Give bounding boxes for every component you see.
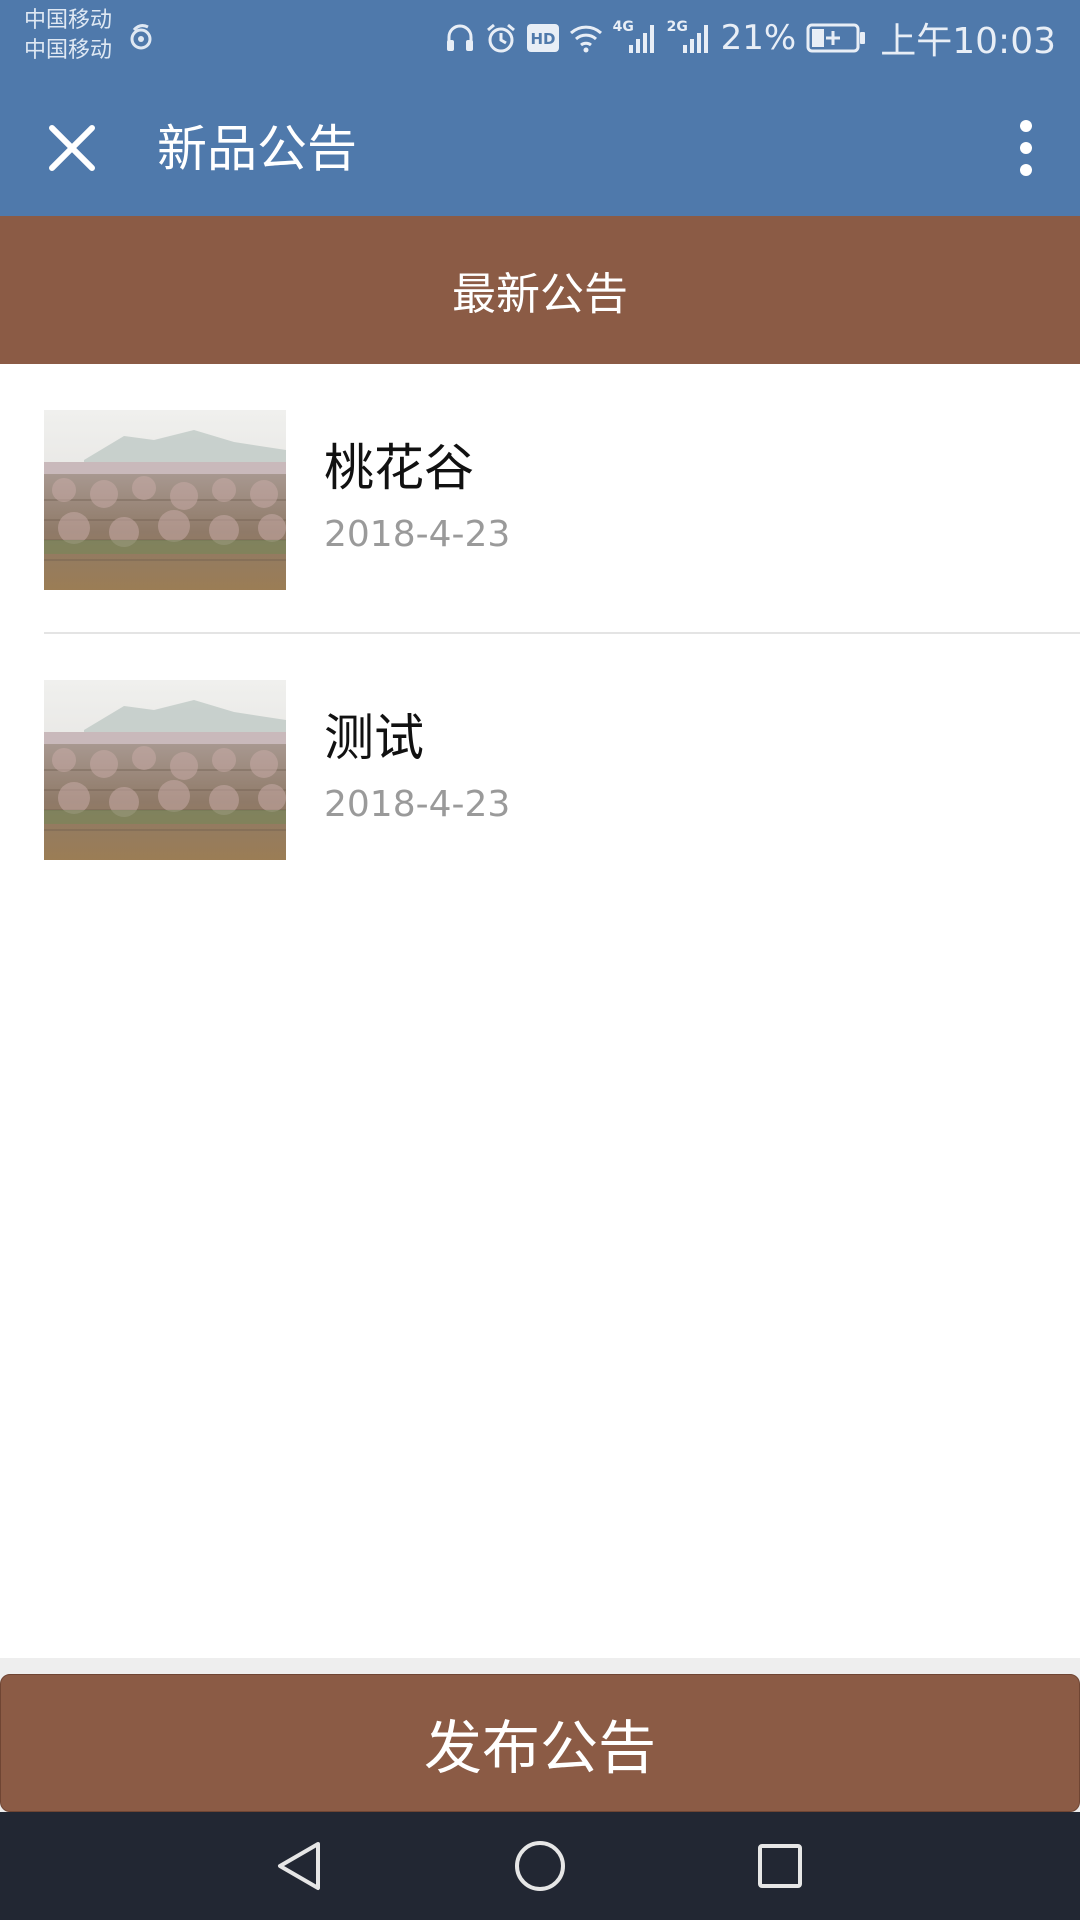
clock: 上午10:03 bbox=[880, 21, 1056, 62]
status-icons: HD 4G 2G 21% 上午10:03 bbox=[445, 12, 1056, 64]
carrier-2: 中国移动 bbox=[24, 38, 113, 63]
list-item[interactable]: 测试 2018-4-23 bbox=[0, 634, 1080, 904]
more-button[interactable] bbox=[996, 106, 1056, 190]
battery-charging-icon bbox=[806, 23, 866, 53]
back-button[interactable] bbox=[260, 1826, 340, 1906]
wifi-icon bbox=[569, 25, 602, 53]
notice-date: 2018-4-23 bbox=[324, 514, 511, 555]
hd-icon: HD bbox=[526, 24, 559, 52]
battery-percent: 21% bbox=[720, 18, 797, 58]
close-button[interactable] bbox=[36, 112, 108, 184]
signal-4g: 4G bbox=[613, 19, 657, 55]
recents-icon bbox=[758, 1844, 802, 1888]
home-icon bbox=[515, 1841, 565, 1891]
system-nav-bar bbox=[0, 1812, 1080, 1920]
notice-thumbnail bbox=[44, 680, 286, 860]
notice-title: 测试 bbox=[324, 709, 424, 767]
back-icon bbox=[278, 1842, 320, 1890]
alarm-icon bbox=[486, 23, 515, 53]
more-vertical-icon bbox=[1020, 120, 1032, 176]
recents-button[interactable] bbox=[740, 1826, 820, 1906]
carrier-labels: 中国移动 中国移动 bbox=[24, 6, 112, 66]
publish-notice-button[interactable]: 发布公告 bbox=[0, 1674, 1080, 1812]
title-bar: 新品公告 bbox=[0, 76, 1080, 216]
page-title: 新品公告 bbox=[157, 120, 357, 178]
home-button[interactable] bbox=[500, 1826, 580, 1906]
weibo-icon bbox=[130, 24, 152, 50]
notice-date: 2018-4-23 bbox=[324, 784, 511, 825]
notice-list: 桃花谷 2018-4-23 测试 2018-4-23 bbox=[0, 364, 1080, 904]
status-bar: 中国移动 中国移动 HD 4G 2G 21% 上午10:03 bbox=[0, 0, 1080, 76]
signal-2g: 2G bbox=[667, 19, 711, 55]
headphones-icon bbox=[446, 24, 473, 51]
svg-text:HD: HD bbox=[530, 30, 555, 48]
notice-title: 桃花谷 bbox=[324, 439, 474, 497]
list-item[interactable]: 桃花谷 2018-4-23 bbox=[0, 364, 1080, 634]
close-icon bbox=[49, 125, 95, 171]
carrier-1: 中国移动 bbox=[24, 8, 113, 33]
notice-thumbnail bbox=[44, 410, 286, 590]
section-header: 最新公告 bbox=[0, 216, 1080, 364]
